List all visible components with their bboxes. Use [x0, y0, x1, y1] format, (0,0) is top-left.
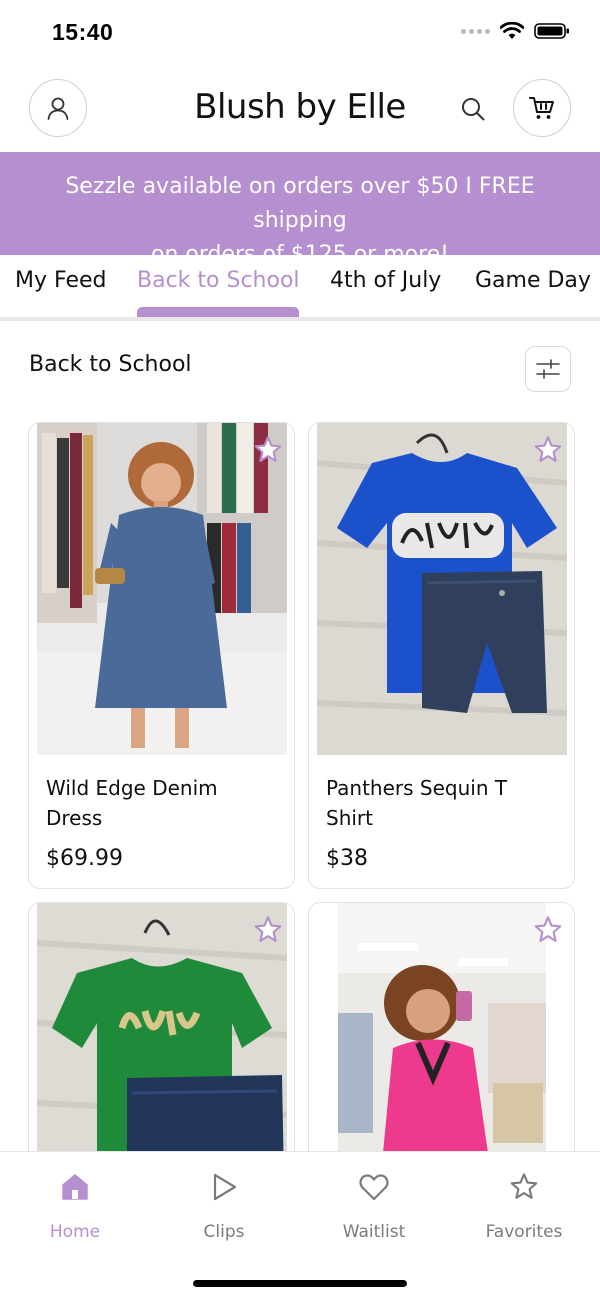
app-header: Blush by Elle: [0, 66, 600, 152]
status-icons: [461, 22, 570, 40]
home-indicator: [193, 1280, 407, 1287]
app-title: Blush by Elle: [194, 87, 406, 127]
nav-favorites[interactable]: Favorites: [464, 1168, 584, 1242]
product-name[interactable]: Panthers Sequin T Shirt: [326, 773, 556, 833]
favorite-button[interactable]: [530, 912, 566, 948]
favorite-button[interactable]: [250, 912, 286, 948]
product-image[interactable]: [317, 423, 567, 755]
section-title: Back to School: [29, 352, 192, 377]
favorite-button[interactable]: [250, 432, 286, 468]
star-icon: [534, 916, 562, 942]
star-icon: [534, 436, 562, 462]
active-tab-indicator: [137, 307, 299, 317]
product-image[interactable]: [338, 903, 546, 1181]
product-card[interactable]: Wild Edge Denim Dress $69.99: [28, 422, 295, 889]
nav-clips[interactable]: Clips: [164, 1168, 284, 1242]
tab-my-feed[interactable]: My Feed: [15, 268, 106, 293]
nav-waitlist[interactable]: Waitlist: [314, 1168, 434, 1242]
bottom-nav: Home Clips Waitlist Favorites: [0, 1151, 600, 1299]
battery-icon: [534, 23, 569, 39]
product-image[interactable]: [37, 423, 287, 755]
star-icon: [254, 916, 282, 942]
heart-icon: [359, 1174, 389, 1201]
status-bar: 15:40: [0, 0, 600, 66]
sliders-icon: [536, 359, 560, 379]
product-card[interactable]: Panthers Sequin T Shirt $38: [308, 422, 575, 889]
nav-label: Favorites: [485, 1222, 563, 1242]
collection-tabs: My Feed Back to School 4th of July Game …: [0, 255, 600, 321]
search-icon: [462, 98, 485, 121]
filter-button[interactable]: [525, 346, 571, 392]
product-name[interactable]: Wild Edge Denim Dress: [46, 773, 276, 833]
favorite-button[interactable]: [530, 432, 566, 468]
promo-banner-line1: Sezzle available on orders over $50 I FR…: [65, 174, 535, 233]
product-price: $38: [326, 846, 368, 871]
cart-button[interactable]: [513, 79, 571, 137]
star-icon: [510, 1173, 538, 1199]
home-icon: [62, 1174, 88, 1200]
nav-label: Home: [49, 1222, 101, 1242]
tab-game-day[interactable]: Game Day: [475, 268, 591, 293]
cart-icon: [529, 97, 554, 119]
search-button[interactable]: [458, 94, 488, 124]
star-icon: [254, 436, 282, 462]
status-time: 15:40: [52, 19, 114, 45]
nav-label: Waitlist: [342, 1222, 406, 1242]
tab-4th-of-july[interactable]: 4th of July: [330, 268, 441, 293]
signal-icon: [461, 28, 490, 34]
promo-banner[interactable]: Sezzle available on orders over $50 I FR…: [0, 152, 600, 267]
nav-home[interactable]: Home: [15, 1168, 135, 1242]
product-price: $69.99: [46, 846, 123, 871]
product-card[interactable]: [308, 902, 575, 1182]
nav-label: Clips: [203, 1222, 245, 1242]
product-card[interactable]: [28, 902, 295, 1182]
wifi-icon: [500, 22, 524, 39]
play-icon: [213, 1173, 237, 1201]
tab-back-to-school[interactable]: Back to School: [137, 268, 300, 293]
